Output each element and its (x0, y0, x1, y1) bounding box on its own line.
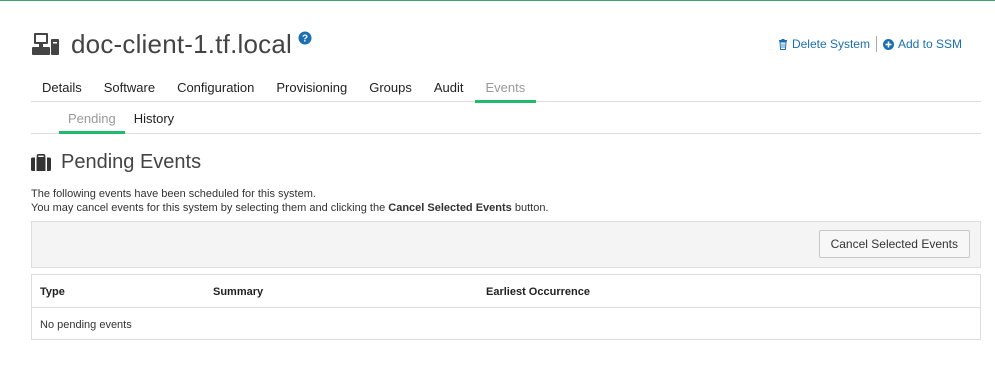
tab-details[interactable]: Details (31, 79, 93, 101)
delete-system-link[interactable]: Delete System (778, 37, 870, 51)
top-rule (0, 0, 995, 1)
trash-icon (778, 38, 787, 50)
tab-audit[interactable]: Audit (423, 79, 475, 101)
section-heading: Pending Events (31, 151, 201, 174)
column-header-earliest-occurrence[interactable]: Earliest Occurrence (486, 286, 590, 298)
description-bold: Cancel Selected Events (388, 202, 512, 214)
main-tabs: Details Software Configuration Provision… (31, 79, 981, 103)
subtab-pending[interactable]: Pending (59, 110, 125, 134)
description-line-1: The following events have been scheduled… (31, 188, 316, 200)
desktop-computer-icon (32, 33, 59, 55)
actions-separator (875, 36, 877, 52)
description-suffix: button. (511, 202, 549, 214)
events-toolbar: Cancel Selected Events (31, 221, 981, 268)
description-line-2: You may cancel events for this system by… (31, 201, 549, 215)
table-row: No pending events (32, 308, 980, 340)
tab-groups[interactable]: Groups (358, 79, 423, 101)
sub-tabs: Pending History (31, 110, 981, 134)
page: doc-client-1.tf.local ? Delete System Ad… (0, 0, 995, 374)
plus-circle-icon (882, 38, 894, 50)
briefcase-icon (31, 154, 51, 171)
section-title: Pending Events (61, 151, 202, 173)
tab-provisioning[interactable]: Provisioning (265, 79, 358, 101)
svg-text:?: ? (302, 34, 308, 45)
question-circle-icon[interactable]: ? (298, 31, 312, 45)
tab-software[interactable]: Software (93, 79, 166, 101)
system-header: doc-client-1.tf.local ? (31, 24, 312, 64)
column-header-summary[interactable]: Summary (213, 286, 263, 298)
table-header: Type Summary Earliest Occurrence (32, 275, 980, 308)
tab-configuration[interactable]: Configuration (166, 79, 265, 101)
subtab-history[interactable]: History (125, 110, 183, 132)
delete-system-label: Delete System (791, 37, 870, 51)
add-to-ssm-label: Add to SSM (897, 37, 962, 51)
column-header-type[interactable]: Type (40, 286, 65, 298)
add-to-ssm-link[interactable]: Add to SSM (882, 37, 962, 51)
header-actions: Delete System Add to SSM (778, 36, 962, 52)
system-title: doc-client-1.tf.local (71, 28, 292, 59)
cancel-selected-events-button[interactable]: Cancel Selected Events (818, 230, 970, 258)
section-description: The following events have been scheduled… (31, 187, 549, 215)
description-prefix: You may cancel events for this system by… (31, 202, 389, 214)
empty-message: No pending events (40, 319, 132, 331)
pending-events-table: Type Summary Earliest Occurrence No pend… (31, 274, 981, 340)
tab-events[interactable]: Events (474, 79, 537, 103)
